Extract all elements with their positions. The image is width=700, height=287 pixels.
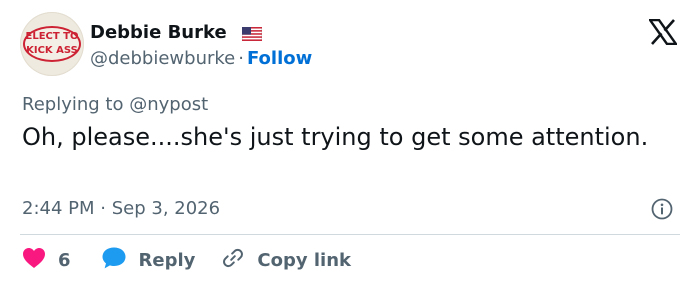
reply-button[interactable]: Reply (101, 246, 196, 275)
avatar[interactable]: ELECT TO KICK ASS (20, 12, 84, 76)
copy-link-button[interactable]: Copy link (221, 246, 351, 275)
reply-bubble-icon (101, 246, 127, 275)
handle-separator: · (238, 48, 244, 69)
tweet-date: Sep 3, 2026 (111, 198, 221, 219)
link-icon (221, 246, 245, 275)
reply-context: Replying to @nypost (22, 93, 208, 117)
x-logo-icon[interactable] (647, 18, 679, 49)
info-icon[interactable] (651, 198, 673, 224)
follow-button[interactable]: Follow (247, 48, 312, 69)
action-bar: 6 Reply Copy link (22, 246, 351, 274)
heart-icon (22, 247, 46, 274)
timestamp-separator: · (100, 198, 106, 219)
tweet-text: Oh, please....she's just trying to get s… (22, 123, 649, 151)
divider (20, 234, 680, 235)
author-handle-row: @debbiewburke · Follow (90, 47, 312, 71)
author-handle[interactable]: @debbiewburke (90, 48, 235, 69)
tweet-timestamp[interactable]: 2:44 PM · Sep 3, 2026 (22, 197, 220, 221)
reply-label: Reply (138, 249, 196, 271)
copy-link-label: Copy link (257, 249, 351, 271)
like-button[interactable]: 6 (22, 247, 71, 274)
tweet-time: 2:44 PM (22, 198, 95, 219)
like-count: 6 (58, 249, 71, 271)
avatar-text-line2: KICK ASS (26, 45, 78, 56)
us-flag-icon (241, 26, 263, 45)
author-display-name[interactable]: Debbie Burke (90, 21, 227, 45)
reply-context-prefix: Replying to (22, 94, 124, 115)
avatar-text-line1: ELECT TO (25, 31, 79, 42)
reply-context-mention[interactable]: @nypost (129, 94, 208, 115)
